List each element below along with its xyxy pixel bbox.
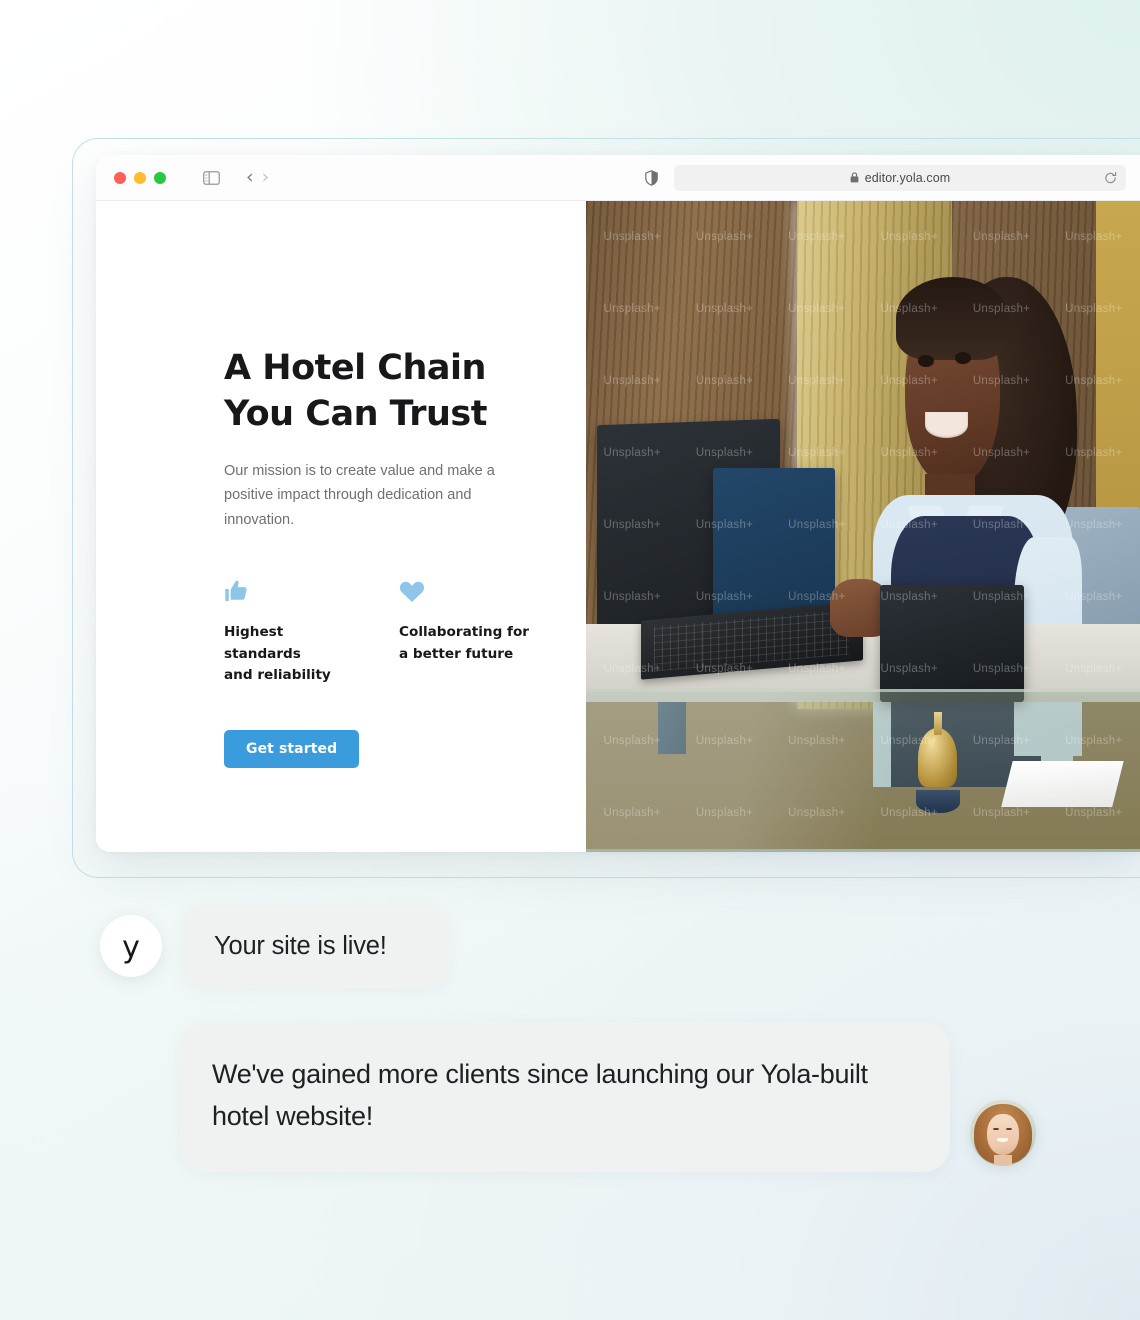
feature-list: Highest standards and reliability Collab… [224,574,586,686]
feature-label: Collaborating for a better future [399,624,530,662]
chat-message-text: We've gained more clients since launchin… [212,1059,868,1131]
site-preview: A Hotel Chain You Can Trust Our mission … [96,201,1140,852]
window-traffic-lights [114,171,166,184]
chat-message-row: We've gained more clients since launchin… [180,1022,1036,1172]
hotel-receptionist-photo: Unsplash+ Unsplash+ Unsplash+ Unsplash+ … [586,201,1140,852]
desk-phone-icon [879,585,1024,703]
hero-title: A Hotel Chain You Can Trust [224,348,487,434]
feature-label: Highest standards and reliability [224,624,331,684]
yola-logo-mark: y [122,930,140,966]
browser-window: ‹ › editor.yola.com A Hotel Chain You Ca… [96,155,1140,852]
close-window-button[interactable] [114,171,126,184]
chat-message-text: Your site is live! [214,932,387,960]
thumbs-up-icon [224,574,359,604]
browser-toolbar: ‹ › editor.yola.com [96,155,1140,201]
url-text: editor.yola.com [864,170,951,185]
hero-text-column: A Hotel Chain You Can Trust Our mission … [96,201,586,852]
feature-item: Highest standards and reliability [224,574,359,686]
address-bar-content: editor.yola.com [684,171,1116,185]
service-bell-icon [918,728,958,787]
sidebar-toggle-icon[interactable] [198,165,224,191]
minimize-window-button[interactable] [134,171,146,184]
hero-subtitle: Our mission is to create value and make … [224,463,495,528]
browser-navigation: ‹ › [246,168,269,187]
get-started-button[interactable]: Get started [224,730,360,769]
privacy-shield [638,165,664,191]
page-root: ‹ › editor.yola.com A Hotel Chain You Ca… [0,0,1140,1320]
chat-bubble: Your site is live! [182,905,450,988]
lock-icon [850,172,859,183]
shield-icon[interactable] [638,165,664,191]
chat-bubble: We've gained more clients since launchin… [180,1022,950,1172]
chevron-left-icon[interactable]: ‹ [246,168,254,187]
yola-logo-avatar: y [100,915,162,978]
hero-photo: Unsplash+ Unsplash+ Unsplash+ Unsplash+ … [586,201,1140,852]
chat-message-row: y Your site is live! [100,905,450,988]
address-bar[interactable]: editor.yola.com [674,164,1126,191]
maximize-window-button[interactable] [154,171,166,184]
heart-icon [399,574,534,604]
client-photo-avatar [970,1099,1036,1166]
reload-icon[interactable] [1104,171,1117,184]
feature-item: Collaborating for a better future [399,574,534,686]
chevron-right-icon[interactable]: › [262,168,270,187]
